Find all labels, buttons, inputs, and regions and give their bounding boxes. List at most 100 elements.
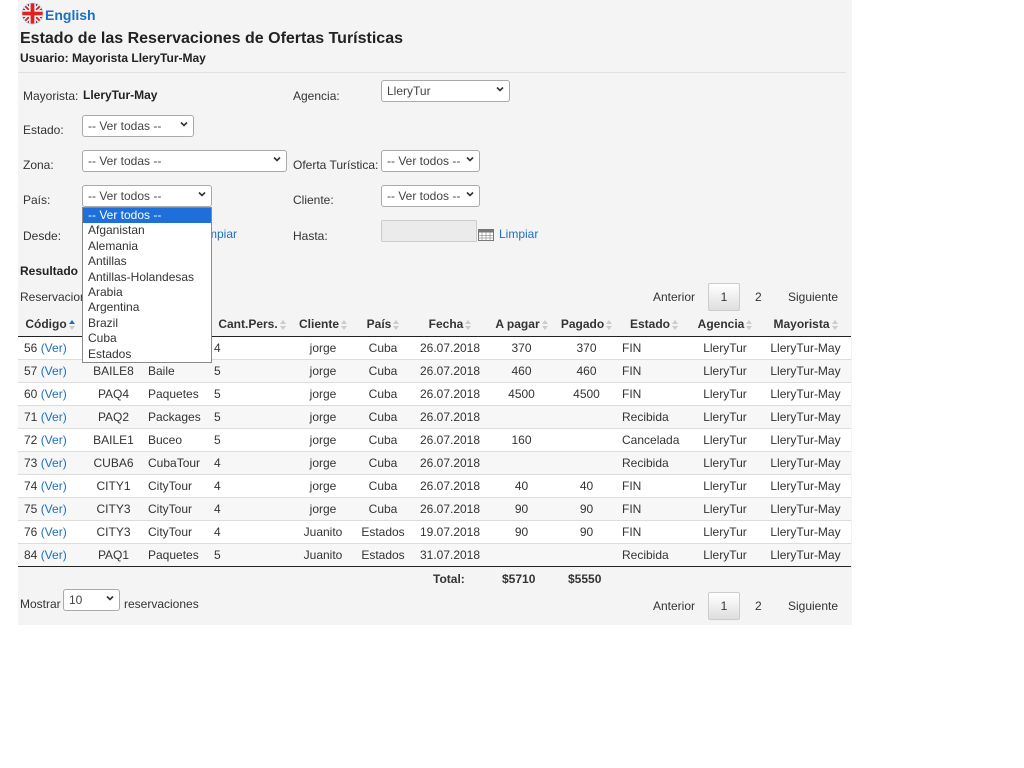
dropdown-option[interactable]: Argentina xyxy=(83,300,211,315)
col-header-agencia[interactable]: Agencia xyxy=(690,312,760,337)
sort-icon xyxy=(746,319,753,330)
col-header-estado[interactable]: Estado xyxy=(618,312,690,337)
cell-pais: Cuba xyxy=(354,428,412,452)
zona-label: Zona: xyxy=(23,158,54,172)
view-link[interactable]: (Ver) xyxy=(41,502,67,516)
view-link[interactable]: (Ver) xyxy=(41,525,67,539)
pais-select[interactable]: -- Ver todos -- xyxy=(82,185,212,207)
cell-pais: Estados xyxy=(354,543,412,567)
pais-dropdown-list[interactable]: -- Ver todos -- Afganistan Alemania Antilla… xyxy=(82,207,212,363)
pagination-prev-bottom[interactable]: Anterior xyxy=(653,599,695,613)
cell-mayorista: LleryTur-May xyxy=(760,543,851,567)
hasta-clear-link[interactable]: Limpiar xyxy=(499,227,538,241)
sort-icon xyxy=(279,319,286,330)
view-link[interactable]: (Ver) xyxy=(41,548,67,562)
pagination-next-bottom[interactable]: Siguiente xyxy=(788,599,838,613)
view-link[interactable]: (Ver) xyxy=(41,433,67,447)
col-header-fecha[interactable]: Fecha xyxy=(412,312,488,337)
view-link[interactable]: (Ver) xyxy=(41,387,67,401)
cell-pagado xyxy=(555,405,618,429)
cell-cliente: jorge xyxy=(292,382,354,406)
hasta-date-input[interactable] xyxy=(381,220,477,242)
pagination-page-2-bottom[interactable]: 2 xyxy=(755,599,762,613)
cell-agencia: LleryTur xyxy=(690,382,760,406)
cell-mayorista: LleryTur-May xyxy=(760,474,851,498)
view-link[interactable]: (Ver) xyxy=(41,364,67,378)
col-header-pais[interactable]: País xyxy=(354,312,412,337)
oferta-select-value: -- Ver todos -- xyxy=(387,154,461,168)
cell-codigo: 71 (Ver) xyxy=(18,405,82,429)
cell-a-pagar: 160 xyxy=(488,428,555,452)
dropdown-option[interactable]: Alemania xyxy=(83,239,211,254)
chevron-down-icon xyxy=(496,86,504,92)
page-size-select[interactable]: 10 xyxy=(63,589,120,611)
pagination-page-1[interactable]: 1 xyxy=(708,283,740,311)
dropdown-option[interactable]: Antillas xyxy=(83,254,211,269)
cell-mayorista: LleryTur-May xyxy=(760,520,851,544)
cell-agencia: LleryTur xyxy=(690,543,760,567)
cell-codigo-oferta: BAILE1 xyxy=(82,428,145,452)
view-link[interactable]: (Ver) xyxy=(41,479,67,493)
col-header-pagado[interactable]: Pagado xyxy=(555,312,618,337)
cell-estado: Recibida xyxy=(618,405,690,429)
view-link[interactable]: (Ver) xyxy=(41,456,67,470)
oferta-select[interactable]: -- Ver todos -- xyxy=(381,150,480,172)
estado-select[interactable]: -- Ver todas -- xyxy=(82,115,194,137)
reservation-id: 84 xyxy=(24,548,41,562)
cell-a-pagar: 40 xyxy=(488,474,555,498)
zona-select[interactable]: -- Ver todas -- xyxy=(82,150,287,172)
cell-estado: Recibida xyxy=(618,451,690,475)
cell-codigo: 84 (Ver) xyxy=(18,543,82,567)
reservation-id: 56 xyxy=(24,341,41,355)
col-header-codigo[interactable]: Código xyxy=(18,312,82,337)
cell-mayorista: LleryTur-May xyxy=(760,428,851,452)
col-header-cant-pers[interactable]: Cant.Pers. xyxy=(212,312,292,337)
cliente-select[interactable]: -- Ver todos -- xyxy=(381,185,480,207)
dropdown-option[interactable]: Afganistan xyxy=(83,223,211,238)
pagination-page-1-bottom[interactable]: 1 xyxy=(708,592,740,620)
calendar-icon[interactable] xyxy=(478,229,494,244)
pagination-next[interactable]: Siguiente xyxy=(788,290,838,304)
language-link[interactable]: English xyxy=(45,7,96,23)
results-title: Resultado xyxy=(20,264,79,278)
table-row: 60 (Ver) PAQ4 Paquetes 5 jorge Cuba 26.07.2018… xyxy=(18,382,851,406)
dropdown-option[interactable]: Cuba xyxy=(83,331,211,346)
cell-codigo: 60 (Ver) xyxy=(18,382,82,406)
dropdown-option[interactable]: Antillas-Holandesas xyxy=(83,270,211,285)
col-header-a-pagar[interactable]: A pagar xyxy=(488,312,555,337)
dropdown-option[interactable]: Estados xyxy=(83,347,211,362)
view-link[interactable]: (Ver) xyxy=(41,410,67,424)
col-header-mayorista[interactable]: Mayorista xyxy=(760,312,851,337)
cell-pais: Estados xyxy=(354,520,412,544)
table-row: 76 (Ver) CITY3 CityTour 4 Juanito Estados 19.0… xyxy=(18,520,851,544)
cell-codigo: 75 (Ver) xyxy=(18,497,82,521)
pagination-prev[interactable]: Anterior xyxy=(653,290,695,304)
agencia-select[interactable]: LleryTur xyxy=(381,80,510,102)
cell-cant-pers: 4 xyxy=(212,474,292,498)
table-row: 72 (Ver) BAILE1 Buceo 5 jorge Cuba 26.07.2018 1… xyxy=(18,428,851,452)
chevron-down-icon xyxy=(198,191,206,197)
cell-oferta: CityTour xyxy=(145,474,212,498)
cell-pagado: 4500 xyxy=(555,382,618,406)
reservation-id: 76 xyxy=(24,525,41,539)
oferta-label: Oferta Turística: xyxy=(293,158,379,172)
table-row: 71 (Ver) PAQ2 Packages 5 jorge Cuba 26.07.2018… xyxy=(18,405,851,429)
cell-codigo-oferta: CITY3 xyxy=(82,497,145,521)
dropdown-option[interactable]: -- Ver todos -- xyxy=(83,208,211,224)
language-switch[interactable]: English xyxy=(21,2,96,28)
table-row: 75 (Ver) CITY3 CityTour 4 jorge Cuba 26.07.201… xyxy=(18,497,851,521)
dropdown-option[interactable]: Arabia xyxy=(83,285,211,300)
dropdown-option[interactable]: Brazil xyxy=(83,316,211,331)
sort-icon xyxy=(393,319,400,330)
cell-estado: FIN xyxy=(618,497,690,521)
cell-estado: Cancelada xyxy=(618,428,690,452)
cell-cliente: jorge xyxy=(292,497,354,521)
cell-fecha: 26.07.2018 xyxy=(412,336,488,360)
view-link[interactable]: (Ver) xyxy=(41,341,67,355)
cell-oferta: Packages xyxy=(145,405,212,429)
sort-icon xyxy=(831,319,838,330)
cell-pais: Cuba xyxy=(354,359,412,383)
pagination-page-2[interactable]: 2 xyxy=(755,290,762,304)
col-header-cliente[interactable]: Cliente xyxy=(292,312,354,337)
cell-codigo-oferta: CITY1 xyxy=(82,474,145,498)
